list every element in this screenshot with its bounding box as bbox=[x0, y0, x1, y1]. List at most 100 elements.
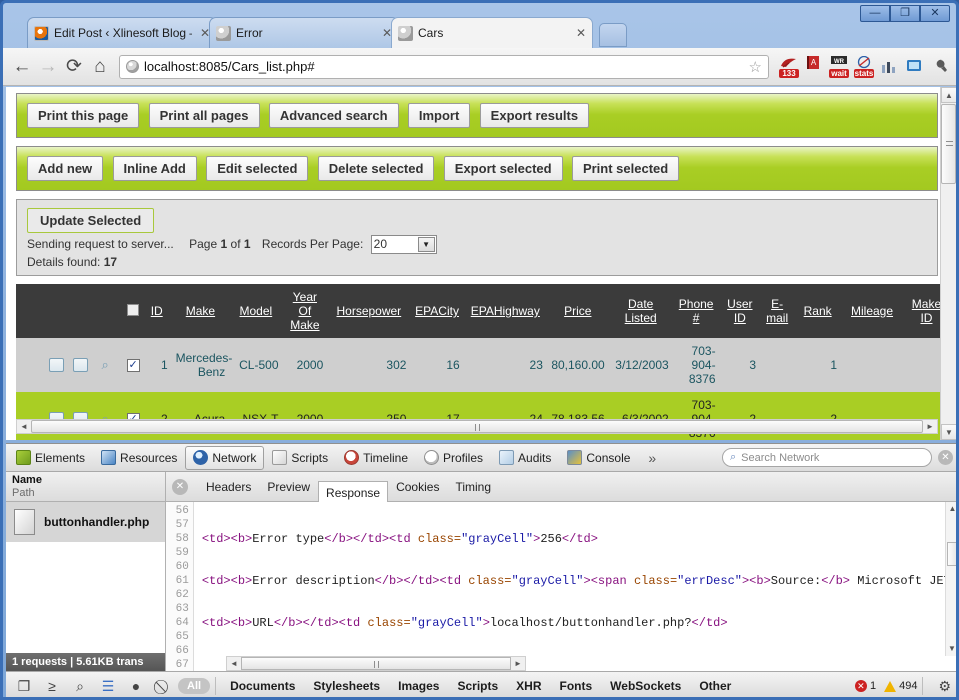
col-header-epahighway[interactable]: EPAHighway bbox=[463, 284, 547, 338]
col-header-rank[interactable]: Rank bbox=[794, 284, 842, 338]
subtab-timing[interactable]: Timing bbox=[447, 475, 499, 499]
subtab-preview[interactable]: Preview bbox=[259, 475, 318, 499]
devtools-close-icon[interactable]: ✕ bbox=[938, 450, 953, 465]
print-this-page-button[interactable]: Print this page bbox=[27, 103, 140, 128]
analytics-extension-icon[interactable] bbox=[878, 55, 900, 79]
browser-tab-edit-post[interactable]: Edit Post ‹ Xlinesoft Blog — ✕ bbox=[27, 17, 217, 48]
filter-websockets[interactable]: WebSockets bbox=[610, 679, 681, 693]
sort-link[interactable]: Horsepower bbox=[336, 304, 401, 318]
col-header-model[interactable]: Model bbox=[229, 284, 283, 338]
stats-extension-icon[interactable]: stats bbox=[853, 55, 875, 79]
advanced-search-button[interactable]: Advanced search bbox=[268, 103, 399, 128]
devtools-tab-resources[interactable]: Resources bbox=[93, 446, 185, 470]
devtools-tab-network[interactable]: Network bbox=[185, 445, 265, 470]
response-source-code[interactable]: <td><b>Error type</b></td><td class="gra… bbox=[194, 502, 956, 671]
inline-add-button[interactable]: Inline Add bbox=[112, 156, 197, 181]
sort-link[interactable]: Year Of Make bbox=[290, 290, 319, 332]
edit-selected-button[interactable]: Edit selected bbox=[206, 156, 309, 181]
col-header-make[interactable]: Make bbox=[171, 284, 230, 338]
filter-scripts[interactable]: Scripts bbox=[457, 679, 498, 693]
filter-documents[interactable]: Documents bbox=[230, 679, 295, 693]
subtab-cookies[interactable]: Cookies bbox=[388, 475, 447, 499]
gear-icon[interactable]: ⚙ bbox=[938, 678, 951, 695]
devtools-tab-elements[interactable]: Elements bbox=[8, 446, 93, 470]
col-header-email[interactable]: E-mail bbox=[760, 284, 795, 338]
col-header-phone[interactable]: Phone # bbox=[672, 284, 720, 338]
sort-link[interactable]: Mileage bbox=[851, 304, 893, 318]
scroll-right-icon[interactable]: ► bbox=[511, 659, 525, 668]
add-new-button[interactable]: Add new bbox=[27, 156, 104, 181]
inline-edit-icon[interactable] bbox=[48, 358, 64, 373]
edit-icon[interactable] bbox=[73, 358, 89, 373]
detail-close-icon[interactable]: ✕ bbox=[172, 478, 188, 495]
export-selected-button[interactable]: Export selected bbox=[443, 156, 563, 181]
bookmark-star-icon[interactable]: ☆ bbox=[749, 58, 762, 76]
col-header-mileage[interactable]: Mileage bbox=[841, 284, 903, 338]
page-vertical-scrollbar[interactable]: ▲ ▼ bbox=[940, 87, 956, 440]
devtools-search-input[interactable]: ⌕ Search Network bbox=[722, 448, 932, 467]
devtools-overflow-icon[interactable]: » bbox=[638, 450, 666, 466]
view-details-icon[interactable]: ⌕ bbox=[98, 358, 113, 372]
dock-toggle-icon[interactable]: ❐ bbox=[10, 674, 38, 697]
sort-link[interactable]: Rank bbox=[804, 304, 832, 318]
list-view-icon[interactable]: ☰ bbox=[94, 674, 122, 697]
sort-link[interactable]: User ID bbox=[727, 297, 752, 325]
col-header-date-listed[interactable]: Date Listed bbox=[608, 284, 673, 338]
horizontal-scroll-thumb[interactable] bbox=[31, 420, 923, 433]
import-button[interactable]: Import bbox=[407, 103, 471, 128]
sort-link[interactable]: EPACity bbox=[415, 304, 459, 318]
vertical-scroll-thumb[interactable] bbox=[947, 542, 956, 566]
delete-selected-button[interactable]: Delete selected bbox=[317, 156, 435, 181]
sort-link[interactable]: Model bbox=[240, 304, 273, 318]
sort-link[interactable]: EPAHighway bbox=[471, 304, 540, 318]
notes-extension-icon[interactable] bbox=[903, 55, 925, 79]
readability-extension-icon[interactable]: 133 bbox=[778, 55, 800, 79]
sort-link[interactable]: ID bbox=[151, 304, 163, 318]
devtools-tab-timeline[interactable]: Timeline bbox=[336, 446, 416, 470]
sort-link[interactable]: E-mail bbox=[766, 297, 788, 325]
sort-link[interactable]: Date Listed bbox=[625, 297, 657, 325]
col-header-user-id[interactable]: User ID bbox=[719, 284, 761, 338]
print-all-pages-button[interactable]: Print all pages bbox=[148, 103, 260, 128]
devtools-tab-console[interactable]: Console bbox=[559, 446, 638, 470]
filter-all-button[interactable]: All bbox=[178, 678, 211, 694]
sort-link[interactable]: Make bbox=[186, 304, 215, 318]
filter-images[interactable]: Images bbox=[398, 679, 439, 693]
code-vertical-scrollbar[interactable]: ▲ ▼ bbox=[945, 502, 956, 656]
wr-wait-extension-icon[interactable]: WR wait bbox=[828, 55, 850, 79]
filter-other[interactable]: Other bbox=[699, 679, 731, 693]
scroll-up-icon[interactable]: ▲ bbox=[941, 87, 956, 103]
console-drawer-icon[interactable]: ≥ bbox=[38, 674, 66, 697]
select-all-checkbox[interactable] bbox=[126, 303, 139, 316]
record-icon[interactable]: ● bbox=[122, 674, 150, 697]
sort-link[interactable]: Phone # bbox=[679, 297, 714, 325]
adblock-extension-icon[interactable]: A bbox=[803, 55, 825, 79]
home-icon[interactable]: ⌂ bbox=[87, 54, 113, 80]
reload-icon[interactable]: ⟳ bbox=[61, 54, 87, 80]
scroll-up-icon[interactable]: ▲ bbox=[946, 502, 956, 516]
list-item[interactable]: buttonhandler.php bbox=[6, 502, 165, 542]
devtools-tab-scripts[interactable]: Scripts bbox=[264, 446, 336, 470]
new-tab-button[interactable] bbox=[599, 23, 627, 47]
print-selected-button[interactable]: Print selected bbox=[571, 156, 680, 181]
browser-tab-cars[interactable]: Cars ✕ bbox=[391, 17, 593, 48]
subtab-headers[interactable]: Headers bbox=[198, 475, 259, 499]
table-row[interactable]: ⌕ ✓ 1 Mercedes-Benz CL-500 2000 302 16 2… bbox=[16, 338, 950, 392]
back-icon[interactable]: ← bbox=[9, 54, 35, 80]
vertical-scroll-thumb[interactable] bbox=[941, 104, 956, 184]
export-results-button[interactable]: Export results bbox=[479, 103, 590, 128]
filter-stylesheets[interactable]: Stylesheets bbox=[313, 679, 380, 693]
chevron-down-icon[interactable]: ▼ bbox=[417, 237, 435, 252]
scroll-left-icon[interactable]: ◄ bbox=[17, 422, 31, 431]
search-icon[interactable]: ⌕ bbox=[66, 674, 94, 697]
tab-close-icon[interactable]: ✕ bbox=[576, 26, 586, 40]
scroll-down-icon[interactable]: ▼ bbox=[941, 424, 956, 440]
col-header-year-of-make[interactable]: Year Of Make bbox=[282, 284, 328, 338]
devtools-tab-audits[interactable]: Audits bbox=[491, 446, 559, 470]
col-header-id[interactable]: ID bbox=[141, 284, 172, 338]
browser-tab-error[interactable]: Error ✕ bbox=[209, 17, 399, 48]
subtab-response[interactable]: Response bbox=[318, 480, 389, 505]
error-warning-counters[interactable]: ✕ 1 494 ⚙ bbox=[854, 677, 955, 695]
sort-link[interactable]: Make ID bbox=[912, 297, 941, 325]
scroll-right-icon[interactable]: ► bbox=[923, 422, 937, 431]
